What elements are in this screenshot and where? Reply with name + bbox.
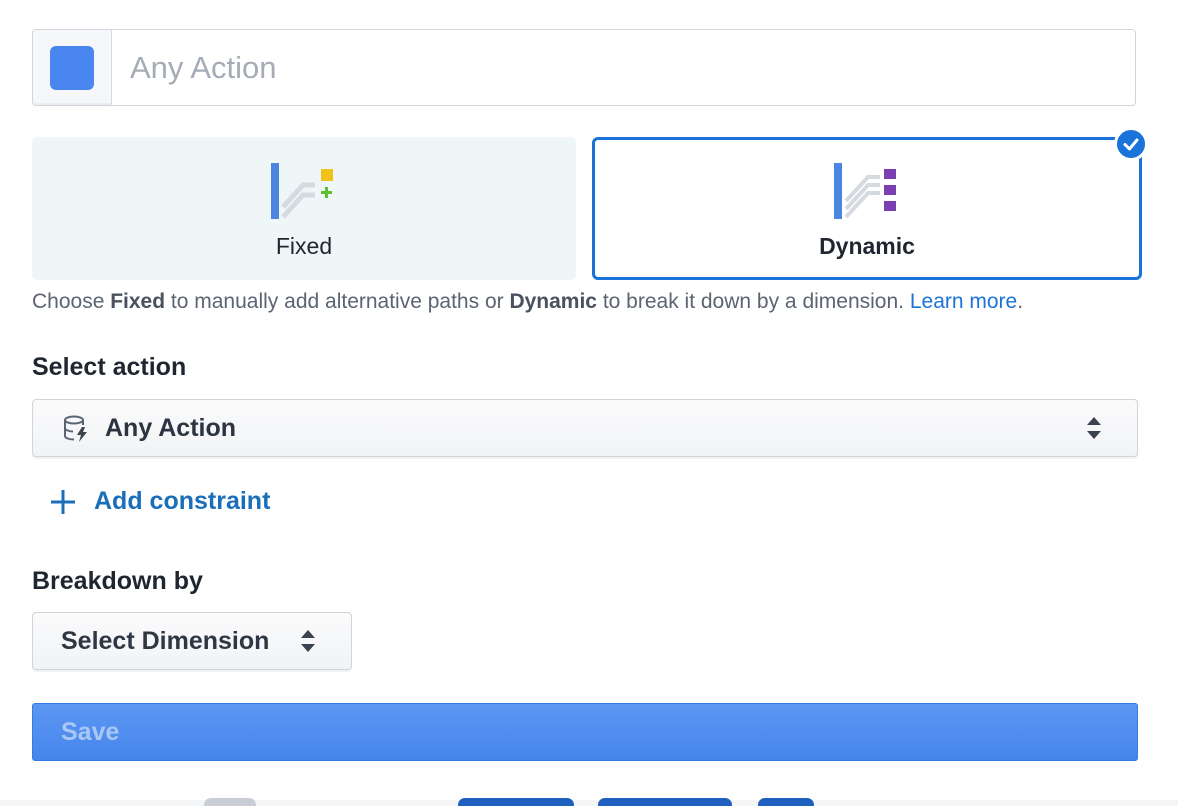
mode-help-text: Choose Fixed to manually add alternative… — [32, 290, 1023, 314]
selected-check-icon — [1114, 127, 1148, 161]
breakdown-by-label: Breakdown by — [32, 567, 203, 595]
select-dimension-value: Select Dimension — [61, 626, 270, 655]
plus-icon — [51, 489, 75, 514]
mode-dynamic-label: Dynamic — [819, 233, 915, 259]
background-element — [598, 798, 732, 806]
action-name-row — [32, 29, 1136, 106]
color-picker-button[interactable] — [33, 30, 112, 105]
color-swatch — [50, 45, 94, 90]
action-editor-panel: Fixed Dynamic Choose Fixed to manually a… — [0, 0, 1178, 806]
mode-dynamic-card[interactable]: Dynamic — [592, 127, 1148, 280]
background-element — [458, 798, 574, 806]
help-dynamic-word: Dynamic — [509, 290, 597, 313]
mode-fixed-card[interactable]: Fixed — [32, 137, 576, 280]
select-action-value: Any Action — [105, 413, 237, 442]
add-constraint-label: Add constraint — [94, 487, 271, 515]
fixed-paths-icon — [271, 163, 333, 219]
select-action-label: Select action — [32, 353, 187, 381]
learn-more-link[interactable]: Learn more — [910, 290, 1017, 313]
dynamic-paths-icon — [834, 163, 896, 219]
background-strip — [0, 800, 1178, 806]
event-database-icon — [64, 415, 87, 442]
save-button-label: Save — [61, 717, 120, 746]
sort-updown-icon — [1087, 417, 1101, 439]
select-dimension-dropdown[interactable]: Select Dimension — [32, 612, 352, 670]
add-constraint-button[interactable]: Add constraint — [50, 487, 270, 516]
help-text-period: . — [1017, 290, 1024, 313]
help-text-part: to manually add alternative paths or — [165, 290, 510, 313]
help-fixed-word: Fixed — [110, 290, 166, 313]
select-action-dropdown[interactable]: Any Action — [32, 399, 1138, 457]
help-text-part: to break it down by a dimension. — [597, 290, 910, 313]
sort-updown-icon — [301, 630, 315, 652]
save-button[interactable]: Save — [32, 703, 1138, 761]
background-element — [758, 798, 814, 806]
mode-fixed-label: Fixed — [275, 233, 333, 259]
action-name-input[interactable] — [112, 30, 1135, 105]
help-text-part: Choose — [32, 290, 111, 313]
background-element — [204, 798, 256, 806]
